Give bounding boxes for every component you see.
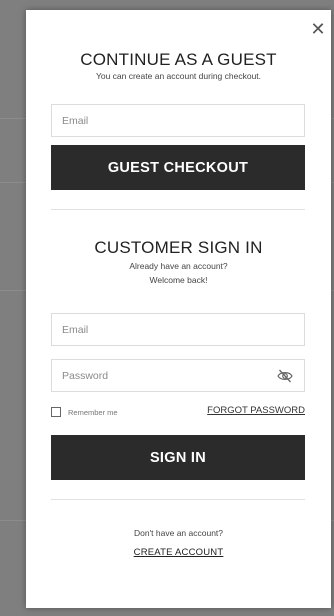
guest-email-input[interactable] [52,105,304,136]
sign-in-modal: ✕ CONTINUE AS A GUEST You can create an … [26,10,331,608]
create-account-link[interactable]: CREATE ACCOUNT [26,547,331,558]
eye-slash-icon[interactable] [277,369,293,383]
password-input[interactable] [52,360,304,391]
signin-email-input[interactable] [52,314,304,345]
sign-in-button[interactable]: SIGN IN [51,435,305,480]
guest-title: CONTINUE AS A GUEST [80,50,277,69]
signin-line-2: Welcome back! [149,275,208,285]
signin-email-field[interactable] [51,313,305,346]
close-icon: ✕ [310,19,326,39]
remember-me-label: Remember me [68,407,118,417]
guest-email-field[interactable] [51,104,305,137]
remember-me-toggle[interactable]: Remember me [51,407,118,417]
guest-subtitle: You can create an account during checkou… [95,71,262,81]
remember-me-checkbox[interactable] [51,407,61,417]
footer-divider [51,499,305,500]
section-divider [51,209,305,210]
close-button[interactable]: ✕ [309,20,327,38]
signin-title: CUSTOMER SIGN IN [94,238,263,257]
forgot-password-link[interactable]: FORGOT PASSWORD [207,405,305,416]
password-field[interactable] [51,359,305,392]
no-account-prompt: Don't have an account? [133,528,224,538]
signin-line-1: Already have an account? [129,261,228,271]
guest-checkout-button[interactable]: GUEST CHECKOUT [51,145,305,190]
